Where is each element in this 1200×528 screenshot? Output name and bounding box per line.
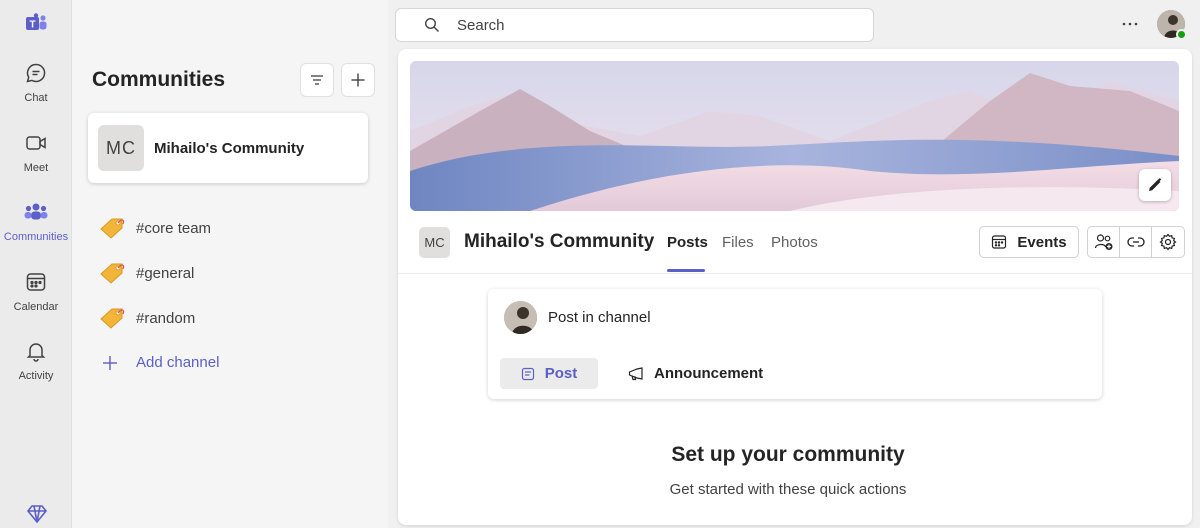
more-options-button[interactable] — [1118, 14, 1142, 34]
community-actions — [1087, 226, 1185, 258]
channel-label: #core team — [136, 219, 212, 237]
rail-item-calendar[interactable]: Calendar — [0, 269, 72, 329]
communities-icon — [23, 199, 49, 225]
community-avatar: MC — [98, 125, 144, 171]
post-button[interactable]: Post — [500, 358, 598, 389]
user-avatar — [504, 301, 537, 334]
copy-link-button[interactable] — [1120, 227, 1152, 257]
calendar-icon — [992, 235, 1007, 249]
pencil-icon — [1149, 178, 1162, 191]
rail-item-chat[interactable]: Chat — [0, 60, 72, 120]
community-title: Mihailo's Community — [464, 231, 655, 252]
events-label: Events — [1017, 233, 1067, 251]
chat-icon — [23, 60, 49, 86]
panel-title: Communities — [92, 68, 226, 91]
rail-item-label: Communities — [3, 231, 69, 243]
rail-item-activity[interactable]: Activity — [0, 338, 72, 398]
channel-random[interactable]: #random — [98, 303, 195, 333]
announcement-button[interactable]: Announcement — [628, 358, 763, 389]
rail-item-label: Meet — [23, 162, 49, 174]
post-composer: Post in channel Post Announcement — [488, 289, 1102, 399]
announcement-label: Announcement — [654, 365, 764, 382]
communities-panel: Communities MC Mihailo's Community #core… — [72, 0, 388, 528]
rail-item-label: Activity — [18, 370, 54, 382]
post-icon — [521, 367, 534, 380]
setup-subtitle: Get started with these quick actions — [669, 481, 907, 498]
edit-banner-button[interactable] — [1139, 169, 1171, 201]
community-card[interactable]: MC Mihailo's Community — [88, 113, 368, 183]
post-label: Post — [544, 365, 578, 382]
filter-icon — [311, 75, 323, 85]
setup-title: Set up your community — [671, 443, 905, 466]
events-button[interactable]: Events — [979, 226, 1079, 258]
svg-text:T: T — [29, 20, 35, 31]
community-main: MC Mihailo's Community Posts Files Photo… — [398, 49, 1192, 525]
channel-label: #random — [136, 309, 196, 327]
link-icon — [1126, 237, 1145, 247]
add-channel-label: Add channel — [136, 354, 220, 371]
add-community-button[interactable] — [341, 63, 375, 97]
tab-posts[interactable]: Posts — [667, 234, 708, 251]
megaphone-icon — [628, 366, 643, 380]
tag-icon — [100, 263, 125, 284]
channel-label: #general — [136, 264, 195, 282]
rail-item-label: Calendar — [13, 301, 59, 313]
video-camera-icon — [23, 130, 49, 156]
search-icon — [424, 17, 439, 32]
tag-icon — [100, 308, 125, 329]
add-channel-button[interactable]: Add channel — [102, 354, 219, 371]
rail-item-communities[interactable]: Communities — [0, 199, 72, 259]
header-divider — [398, 273, 1192, 274]
tab-files[interactable]: Files — [722, 234, 754, 251]
channel-general[interactable]: #general — [98, 258, 194, 288]
app-rail: T Chat Meet Communities Calendar Activit… — [0, 0, 72, 528]
calendar-icon — [23, 269, 49, 295]
plus-icon — [103, 355, 117, 370]
active-tab-indicator — [667, 269, 705, 272]
search-placeholder: Search — [457, 16, 505, 34]
settings-button[interactable] — [1152, 227, 1184, 257]
filter-button[interactable] — [300, 63, 334, 97]
rail-item-label: Chat — [24, 92, 48, 104]
teams-logo-icon[interactable]: T — [24, 12, 48, 36]
manage-members-button[interactable] — [1088, 227, 1120, 257]
search-input[interactable]: Search — [395, 8, 874, 42]
community-avatar: MC — [419, 227, 450, 258]
community-banner — [410, 61, 1179, 211]
channel-core-team[interactable]: #core team — [98, 213, 211, 243]
post-in-channel-input[interactable]: Post in channel — [548, 309, 651, 326]
rail-item-meet[interactable]: Meet — [0, 130, 72, 190]
more-icon — [1122, 22, 1138, 26]
plus-icon — [351, 73, 365, 87]
bell-icon — [23, 338, 49, 364]
community-name: Mihailo's Community — [154, 139, 305, 157]
add-people-icon — [1094, 234, 1112, 250]
tab-photos[interactable]: Photos — [771, 234, 818, 251]
presence-available-icon — [1176, 29, 1187, 40]
diamond-icon[interactable] — [26, 503, 48, 525]
gear-icon — [1159, 233, 1177, 251]
tag-icon — [100, 218, 125, 239]
